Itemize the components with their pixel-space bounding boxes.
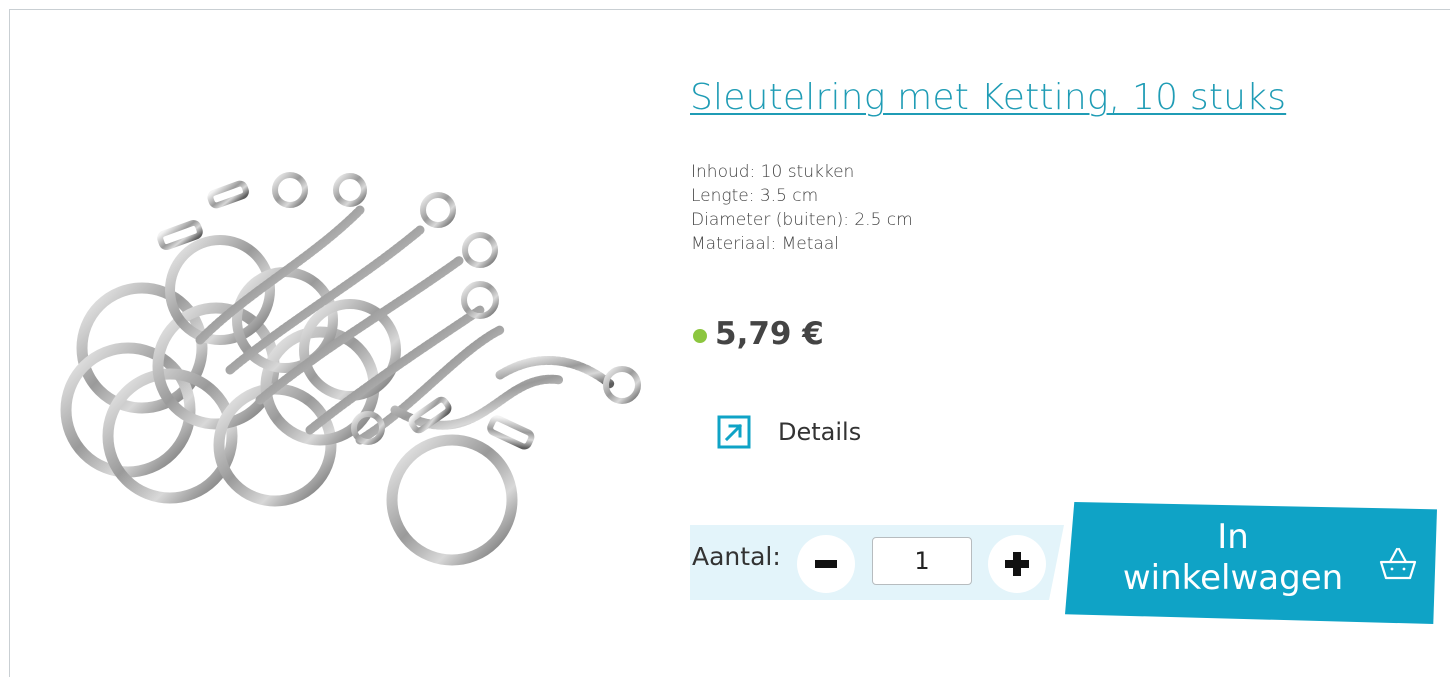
- external-arrow-icon: [717, 415, 751, 449]
- product-title[interactable]: Sleutelring met Ketting, 10 stuks: [690, 77, 1286, 118]
- decrease-quantity-button[interactable]: [797, 535, 855, 593]
- spec-diameter: Diameter (buiten): 2.5 cm: [691, 210, 913, 230]
- spec-material: Materiaal: Metaal: [691, 234, 839, 254]
- price-row: 5,79 €: [693, 316, 824, 352]
- increase-quantity-button[interactable]: [988, 535, 1046, 593]
- product-image[interactable]: [60, 170, 660, 590]
- details-label: Details: [778, 418, 862, 446]
- spec-content: Inhoud: 10 stukken: [691, 162, 855, 182]
- details-link[interactable]: Details: [717, 415, 861, 449]
- spec-length: Lengte: 3.5 cm: [691, 186, 819, 206]
- plus-icon: [1005, 552, 1029, 576]
- product-specs: Inhoud: 10 stukken Lengte: 3.5 cm Diamet…: [691, 160, 913, 256]
- minus-icon: [815, 560, 837, 568]
- quantity-label: Aantal:: [692, 542, 781, 571]
- price: 5,79 €: [715, 316, 824, 352]
- add-to-cart-button[interactable]: [1065, 502, 1437, 624]
- stock-indicator: [693, 329, 707, 343]
- quantity-input[interactable]: [872, 537, 972, 585]
